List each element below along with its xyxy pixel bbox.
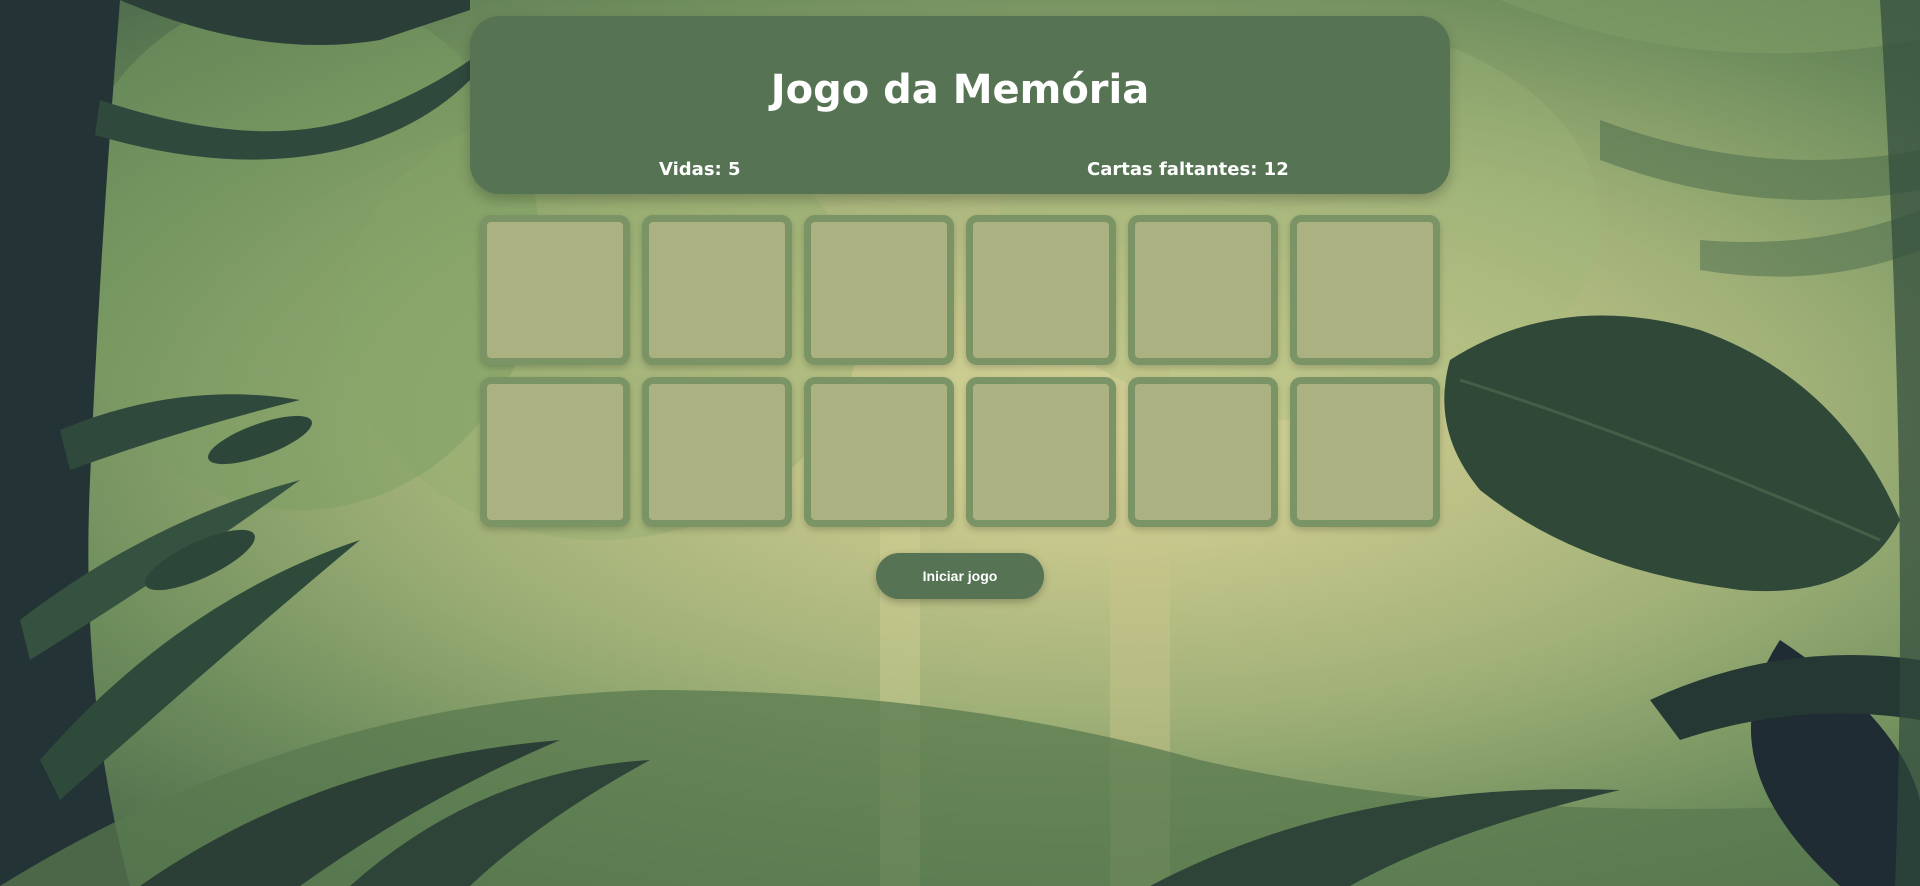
card-8[interactable] — [642, 377, 792, 527]
header-panel: Jogo da Memória Vidas: 5 Cartas faltante… — [470, 16, 1450, 194]
game-title: Jogo da Memória — [770, 67, 1150, 113]
card-5[interactable] — [1128, 215, 1278, 365]
card-4[interactable] — [966, 215, 1116, 365]
start-game-button[interactable]: Iniciar jogo — [876, 553, 1044, 599]
card-grid — [480, 215, 1442, 527]
card-9[interactable] — [804, 377, 954, 527]
card-11[interactable] — [1128, 377, 1278, 527]
card-10[interactable] — [966, 377, 1116, 527]
card-2[interactable] — [642, 215, 792, 365]
card-7[interactable] — [480, 377, 630, 527]
cards-remaining-counter: Cartas faltantes: 12 — [1087, 159, 1289, 180]
card-6[interactable] — [1290, 215, 1440, 365]
card-12[interactable] — [1290, 377, 1440, 527]
lives-counter: Vidas: 5 — [659, 159, 741, 180]
card-1[interactable] — [480, 215, 630, 365]
card-3[interactable] — [804, 215, 954, 365]
